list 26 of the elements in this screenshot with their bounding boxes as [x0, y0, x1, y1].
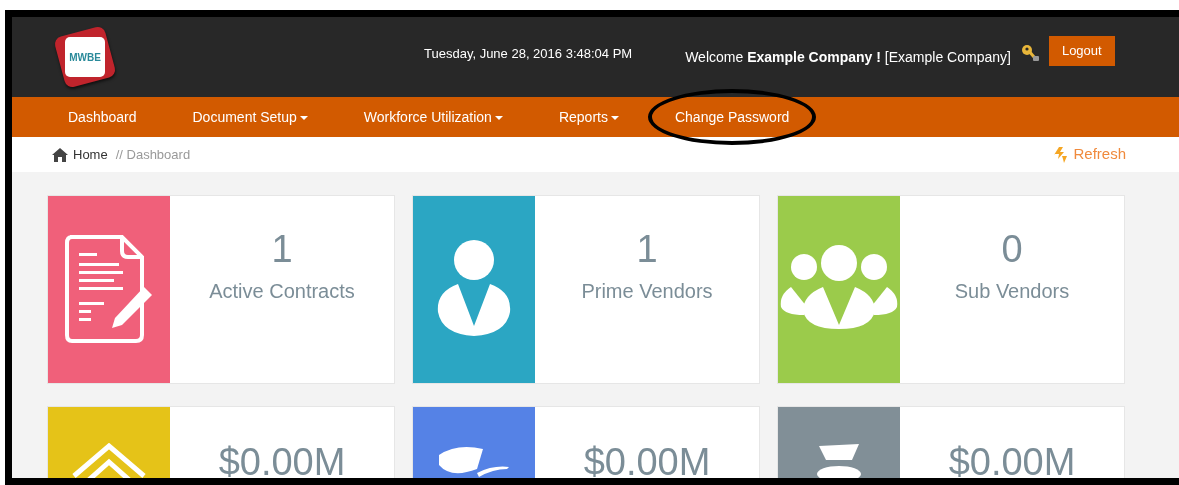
- nav-dropdown[interactable]: Workforce Utilization: [363, 109, 503, 125]
- stat-value: 1: [635, 230, 659, 268]
- logout-button[interactable]: Logout: [1048, 36, 1115, 66]
- stat-value: 0: [1000, 230, 1024, 268]
- date-time: Tuesday, June 28, 2016 3:48:04 PM: [424, 45, 633, 64]
- refresh-link[interactable]: Refresh: [1053, 143, 1126, 166]
- welcome-message: Welcome Example Company ! [Example Company]: [685, 47, 1011, 67]
- stat-value: $0.00M: [217, 443, 347, 478]
- stack-icon: [71, 443, 147, 478]
- stat-value: $0.00M: [947, 443, 1077, 478]
- nav-dropdown[interactable]: Document Setup: [192, 109, 308, 125]
- stat-label: Sub Vendors: [953, 279, 1071, 304]
- nav-dropdown[interactable]: Reports: [558, 109, 619, 125]
- nav-link[interactable]: Change Password: [674, 109, 790, 125]
- refresh-icon: [1053, 145, 1070, 164]
- key-icon: [1019, 43, 1040, 63]
- document-icon: [64, 234, 154, 345]
- breadcrumb-current: // Dashboard: [115, 145, 191, 164]
- stat-value: 1: [270, 230, 294, 268]
- stat-label: Prime Vendors: [580, 279, 714, 304]
- logo[interactable]: MWBE: [53, 25, 117, 89]
- home-link[interactable]: Home: [73, 144, 108, 165]
- home-icon: [51, 146, 69, 163]
- stat-value: $0.00M: [582, 443, 712, 478]
- nav-link[interactable]: Dashboard: [68, 109, 137, 125]
- stat-label: Active Contracts: [208, 279, 356, 304]
